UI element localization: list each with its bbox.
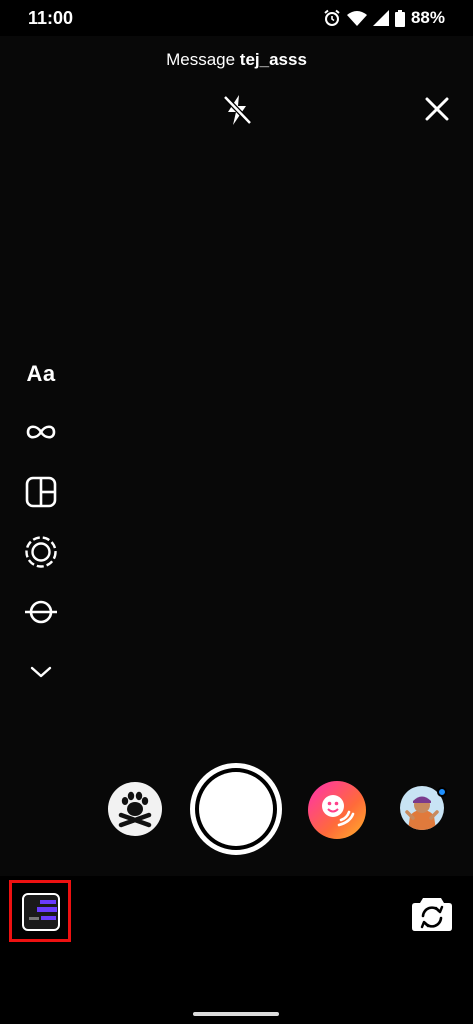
flash-off-icon <box>223 95 252 125</box>
thumb-chat-bubble <box>37 907 57 912</box>
close-button[interactable] <box>418 90 456 128</box>
capture-button-inner <box>199 772 273 846</box>
capture-row <box>0 760 473 860</box>
alarm-icon <box>324 9 340 26</box>
flip-camera-icon <box>412 898 452 931</box>
recipient-username: tej_asss <box>239 50 307 69</box>
close-icon <box>425 97 449 121</box>
gallery-highlight-box <box>9 880 71 942</box>
smile-face-icon <box>322 795 355 827</box>
message-prefix: Message <box>166 50 240 69</box>
capture-button[interactable] <box>190 763 282 855</box>
layout-tool[interactable] <box>18 470 64 514</box>
chevron-down-icon <box>30 666 52 678</box>
smile-effect-button[interactable] <box>308 781 366 839</box>
boomerang-tool[interactable] <box>18 410 64 454</box>
create-text-tool[interactable]: Aa <box>18 352 64 396</box>
battery-icon <box>394 9 405 27</box>
status-bar: 11:00 88% <box>0 0 473 36</box>
thumb-chat-bubble <box>40 900 56 904</box>
flip-camera-button[interactable] <box>410 894 454 934</box>
home-indicator[interactable] <box>193 1012 279 1016</box>
multi-capture-icon <box>25 536 57 568</box>
bottom-bar <box>0 876 473 1024</box>
avatar-figure-icon <box>405 796 439 830</box>
level-icon <box>25 600 57 624</box>
thumb-chat-bubble <box>41 916 56 920</box>
flash-toggle-button[interactable] <box>216 90 258 130</box>
more-tools-button[interactable] <box>18 650 64 694</box>
signal-icon <box>372 10 389 26</box>
gallery-thumbnail[interactable] <box>22 893 60 931</box>
layout-icon <box>25 476 57 508</box>
level-tool[interactable] <box>18 590 64 634</box>
thumb-chat-bubble <box>29 917 39 920</box>
multi-capture-tool[interactable] <box>18 530 64 574</box>
status-icons: 88% <box>323 8 445 28</box>
boomerang-icon <box>26 425 56 439</box>
message-recipient-title: Message tej_asss <box>0 50 473 70</box>
battery-level: 88% <box>410 8 445 27</box>
status-time: 11:00 <box>28 8 74 28</box>
create-text-label: Aa <box>26 361 56 386</box>
paw-skull-effect-button[interactable] <box>108 782 162 836</box>
paw-crossbones-icon <box>118 791 152 828</box>
wifi-icon <box>346 11 367 26</box>
camera-viewfinder[interactable] <box>0 36 473 876</box>
new-effect-dot <box>437 787 447 797</box>
